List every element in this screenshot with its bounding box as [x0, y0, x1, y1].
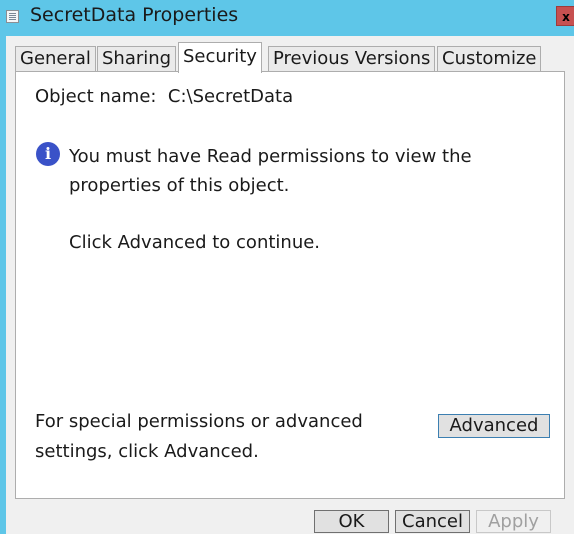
message-line-2: properties of this object. [69, 175, 290, 196]
special-permissions-text: For special permissions or advanced sett… [35, 407, 415, 467]
tab-security[interactable]: Security [178, 42, 262, 73]
special-line-2: settings, click Advanced. [35, 441, 259, 462]
tab-general[interactable]: General [15, 46, 96, 72]
title-bar[interactable]: SecretData Properties x [0, 0, 574, 36]
window-title: SecretData Properties [30, 4, 239, 26]
properties-window: SecretData Properties x General Sharing … [0, 0, 574, 534]
continue-text: Click Advanced to continue. [69, 232, 321, 253]
advanced-button[interactable]: Advanced [438, 414, 550, 438]
object-name-label: Object name: [35, 86, 157, 107]
permission-message: You must have Read permissions to view t… [69, 142, 509, 200]
info-icon: i [36, 142, 60, 166]
properties-icon [6, 10, 19, 23]
tab-previous-versions[interactable]: Previous Versions [268, 46, 436, 72]
close-button[interactable]: x [556, 6, 574, 26]
apply-button[interactable]: Apply [476, 510, 551, 533]
special-line-1: For special permissions or advanced [35, 411, 363, 432]
dialog-client-area: General Sharing Security Previous Versio… [6, 36, 574, 534]
message-line-1: You must have Read permissions to view t… [69, 146, 472, 167]
object-name-value: C:\SecretData [167, 86, 294, 107]
ok-button[interactable]: OK [314, 510, 389, 533]
security-panel: Object name: C:\SecretData i You must ha… [15, 71, 565, 499]
object-name: Object name: C:\SecretData [35, 86, 293, 107]
cancel-button[interactable]: Cancel [395, 510, 470, 533]
tab-customize[interactable]: Customize [437, 46, 542, 72]
tab-sharing[interactable]: Sharing [97, 46, 177, 72]
